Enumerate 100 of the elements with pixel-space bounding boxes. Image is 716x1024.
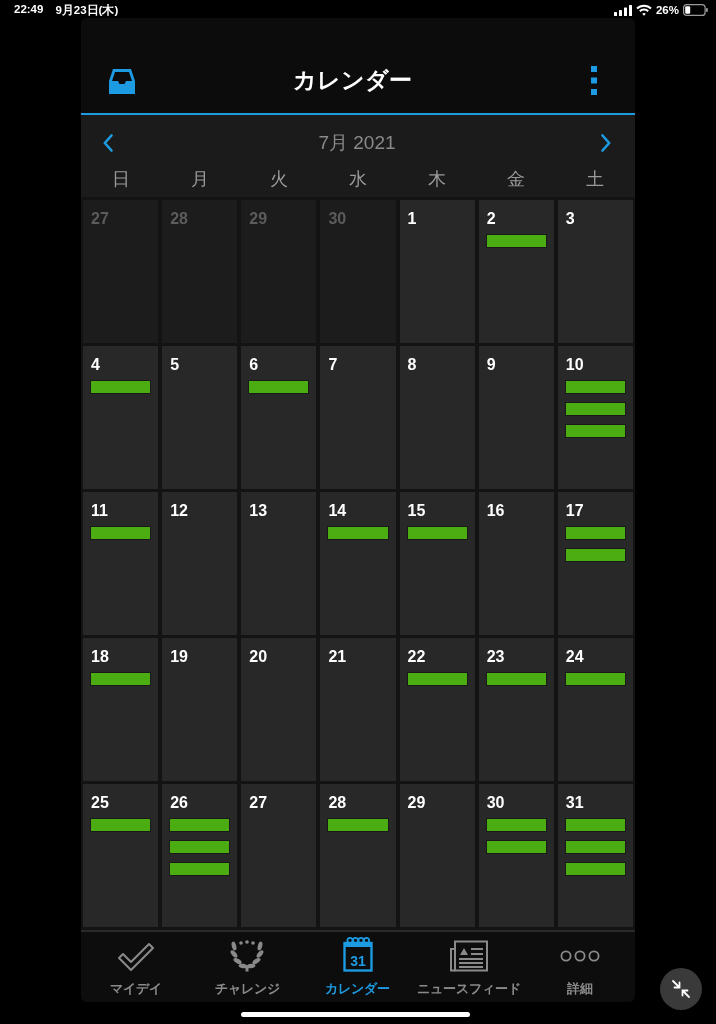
day-number: 7 bbox=[327, 355, 338, 375]
chevron-right-icon bbox=[601, 134, 611, 152]
calendar-day-cell[interactable]: 17 bbox=[557, 492, 633, 635]
day-number: 18 bbox=[90, 647, 109, 667]
calendar-day-cell[interactable]: 12 bbox=[162, 492, 238, 635]
weekday-label: 水 bbox=[349, 168, 367, 191]
day-number: 27 bbox=[90, 209, 109, 229]
day-number: 27 bbox=[248, 793, 268, 813]
tab-item[interactable]: 詳細 bbox=[524, 932, 635, 1002]
more-vertical-icon[interactable] bbox=[591, 66, 597, 95]
event-bar bbox=[564, 862, 626, 876]
battery-percent: 26% bbox=[655, 4, 679, 16]
day-number: 23 bbox=[485, 647, 505, 667]
tab-item[interactable]: ニュースフィード bbox=[413, 932, 525, 1002]
calendar-day-cell[interactable]: 31 bbox=[557, 784, 633, 927]
event-bar bbox=[564, 818, 626, 832]
event-bar bbox=[406, 526, 468, 540]
calendar-day-cell[interactable]: 18 bbox=[83, 638, 159, 781]
minimize-button[interactable] bbox=[660, 968, 702, 1010]
calendar-day-cell[interactable]: 27 bbox=[241, 784, 317, 927]
day-number: 8 bbox=[406, 355, 417, 375]
day-number: 14 bbox=[327, 501, 347, 521]
day-number: 22 bbox=[406, 647, 426, 667]
day-number: 21 bbox=[327, 647, 347, 667]
calendar-day-cell[interactable]: 22 bbox=[399, 638, 475, 781]
inbox-icon[interactable] bbox=[108, 68, 136, 95]
day-number: 29 bbox=[406, 793, 426, 813]
day-number: 9 bbox=[485, 355, 496, 375]
calendar-day-cell[interactable]: 7 bbox=[320, 346, 396, 489]
chevron-left-icon bbox=[103, 134, 113, 152]
day-number: 16 bbox=[485, 501, 505, 521]
event-bar bbox=[485, 234, 547, 248]
tab-item[interactable]: 31 カレンダー bbox=[302, 932, 414, 1002]
event-bar bbox=[564, 840, 626, 854]
event-bar bbox=[485, 840, 547, 854]
calendar-day-cell[interactable]: 10 bbox=[557, 346, 633, 489]
day-number: 13 bbox=[248, 501, 268, 521]
calendar-day-cell[interactable]: 6 bbox=[241, 346, 317, 489]
event-bar bbox=[564, 424, 626, 438]
calendar-day-cell[interactable]: 1 bbox=[399, 200, 475, 343]
calendar-day-cell[interactable]: 13 bbox=[241, 492, 317, 635]
event-bar bbox=[248, 380, 310, 394]
event-bar bbox=[564, 526, 626, 540]
weekday-label: 月 bbox=[190, 168, 209, 191]
day-number: 1 bbox=[406, 209, 417, 229]
calendar-day-cell[interactable]: 23 bbox=[478, 638, 554, 781]
day-number: 6 bbox=[248, 355, 259, 375]
weekday-label: 火 bbox=[269, 168, 288, 191]
calendar-day-cell[interactable]: 20 bbox=[241, 638, 317, 781]
calendar-day-cell[interactable]: 25 bbox=[83, 784, 159, 927]
event-bar bbox=[327, 818, 389, 832]
calendar-day-cell[interactable]: 3 bbox=[557, 200, 633, 343]
calendar-day-cell[interactable]: 21 bbox=[320, 638, 396, 781]
tab-item[interactable]: マイデイ bbox=[81, 932, 192, 1002]
calendar-day-cell[interactable]: 15 bbox=[399, 492, 475, 635]
calendar-day-cell[interactable]: 19 bbox=[162, 638, 238, 781]
day-number: 10 bbox=[564, 355, 584, 375]
event-bar bbox=[564, 380, 626, 394]
event-bar bbox=[406, 672, 468, 686]
event-bar bbox=[90, 380, 152, 394]
tab-item[interactable]: チャレンジ bbox=[191, 932, 303, 1002]
event-bar bbox=[564, 672, 626, 686]
calendar-day-cell[interactable]: 4 bbox=[83, 346, 159, 489]
calendar-day-cell[interactable]: 29 bbox=[399, 784, 475, 927]
day-number: 30 bbox=[327, 209, 347, 229]
newspaper-icon bbox=[448, 940, 489, 972]
weekday-label: 土 bbox=[586, 168, 605, 191]
event-bar bbox=[90, 672, 152, 686]
calendar-day-cell[interactable]: 8 bbox=[399, 346, 475, 489]
calendar-day-cell[interactable]: 28 bbox=[320, 784, 396, 927]
calendar-day-cell[interactable]: 5 bbox=[162, 346, 238, 489]
calendar-day-cell[interactable]: 11 bbox=[83, 492, 159, 635]
signal-icon bbox=[613, 4, 632, 16]
event-bar bbox=[90, 526, 152, 540]
day-number: 31 bbox=[564, 793, 584, 813]
day-number: 5 bbox=[169, 355, 180, 375]
next-month-button[interactable] bbox=[601, 134, 611, 152]
calendar-day-cell[interactable]: 14 bbox=[320, 492, 396, 635]
day-number: 12 bbox=[169, 501, 188, 521]
day-number: 25 bbox=[90, 793, 109, 813]
day-number: 26 bbox=[169, 793, 188, 813]
calendar-day-cell[interactable]: 16 bbox=[478, 492, 554, 635]
calendar-day-cell[interactable]: 30 bbox=[478, 784, 554, 927]
day-number: 20 bbox=[248, 647, 268, 667]
day-number: 24 bbox=[564, 647, 584, 667]
calendar-day-cell[interactable]: 2 bbox=[478, 200, 554, 343]
checkmark-icon bbox=[117, 942, 156, 972]
day-number: 3 bbox=[564, 209, 575, 229]
calendar-day-cell[interactable]: 9 bbox=[478, 346, 554, 489]
status-time: 22:49 bbox=[14, 2, 44, 17]
day-number: 28 bbox=[327, 793, 347, 813]
event-bar bbox=[564, 402, 626, 416]
day-number: 11 bbox=[90, 501, 108, 521]
calendar-day-cell[interactable]: 24 bbox=[557, 638, 633, 781]
battery-icon bbox=[683, 4, 708, 16]
status-date: 9月23日(木) bbox=[55, 2, 119, 18]
calendar-day-cell[interactable]: 26 bbox=[162, 784, 238, 927]
weekday-label: 木 bbox=[428, 168, 447, 191]
day-number: 19 bbox=[169, 647, 188, 667]
previous-month-button[interactable] bbox=[103, 134, 113, 152]
